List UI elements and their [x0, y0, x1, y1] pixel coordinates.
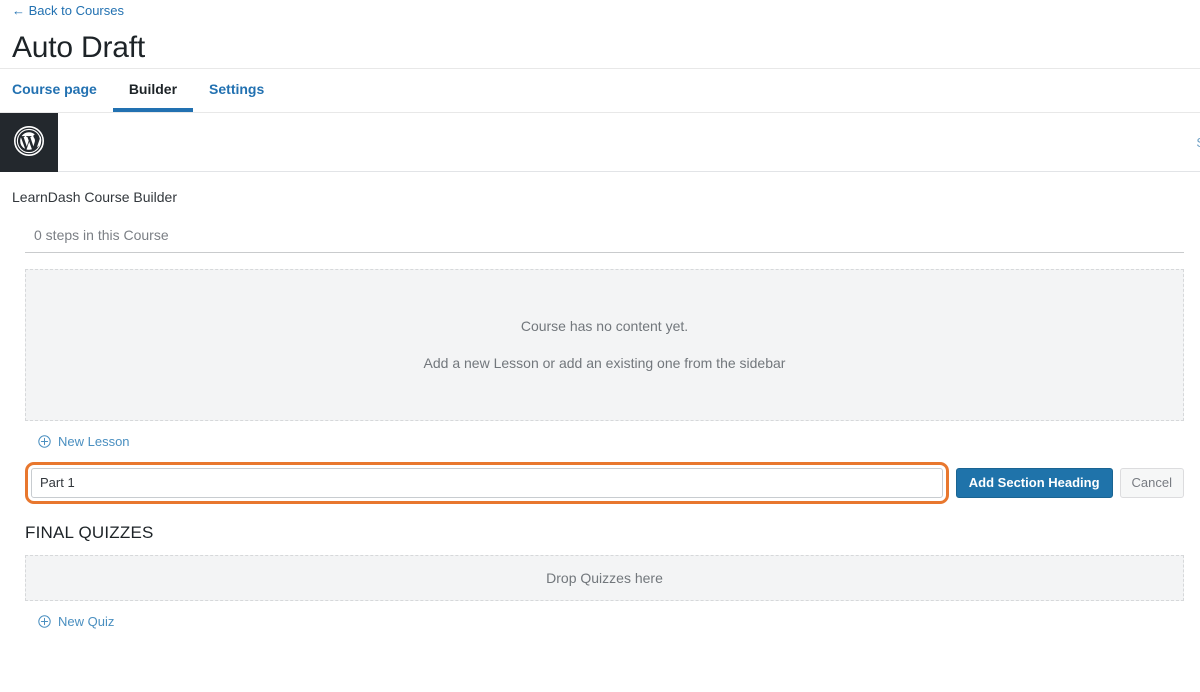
builder-content: 0 steps in this Course Course has no con…	[0, 208, 1200, 633]
wordpress-logo-icon	[13, 125, 45, 160]
lessons-dropzone-empty-hint: Add a new Lesson or add an existing one …	[423, 355, 786, 372]
new-lesson-label: New Lesson	[58, 433, 130, 449]
new-quiz-button[interactable]: New Quiz	[38, 614, 114, 629]
builder-heading: LearnDash Course Builder	[12, 189, 177, 205]
tab-builder[interactable]: Builder	[112, 69, 194, 112]
page-header: ← Back to Courses Auto Draft	[0, 0, 1200, 68]
add-section-heading-button[interactable]: Add Section Heading	[955, 467, 1113, 498]
steps-count: 0 steps in this Course	[25, 208, 1184, 253]
back-to-courses-link[interactable]: ← Back to Courses	[12, 0, 124, 17]
quizzes-dropzone-hint: Drop Quizzes here	[546, 569, 663, 586]
new-lesson-button[interactable]: New Lesson	[38, 434, 130, 449]
tab-settings[interactable]: Settings	[193, 69, 280, 112]
tab-bar: Course page Builder Settings	[0, 68, 1200, 113]
cancel-button[interactable]: Cancel	[1119, 467, 1184, 498]
builder-toolbar: Save	[0, 113, 1200, 172]
tab-course-page[interactable]: Course page	[12, 69, 113, 112]
new-quiz-label: New Quiz	[58, 613, 115, 629]
section-heading-form: Add Section Heading Cancel	[25, 461, 1184, 504]
lessons-dropzone-empty-title: Course has no content yet.	[520, 318, 689, 335]
plus-circle-icon	[38, 614, 51, 628]
section-input-focus-ring	[25, 461, 949, 504]
final-quizzes-heading: FINAL QUIZZES	[25, 522, 154, 542]
page-title: Auto Draft	[12, 31, 146, 64]
plus-circle-icon	[38, 434, 51, 448]
wordpress-logo-button[interactable]	[0, 113, 58, 172]
section-heading-input[interactable]	[31, 467, 943, 498]
quizzes-dropzone[interactable]: Drop Quizzes here	[25, 554, 1184, 601]
lessons-dropzone[interactable]: Course has no content yet. Add a new Les…	[25, 268, 1184, 421]
save-draft-link[interactable]: Save	[1196, 113, 1200, 171]
